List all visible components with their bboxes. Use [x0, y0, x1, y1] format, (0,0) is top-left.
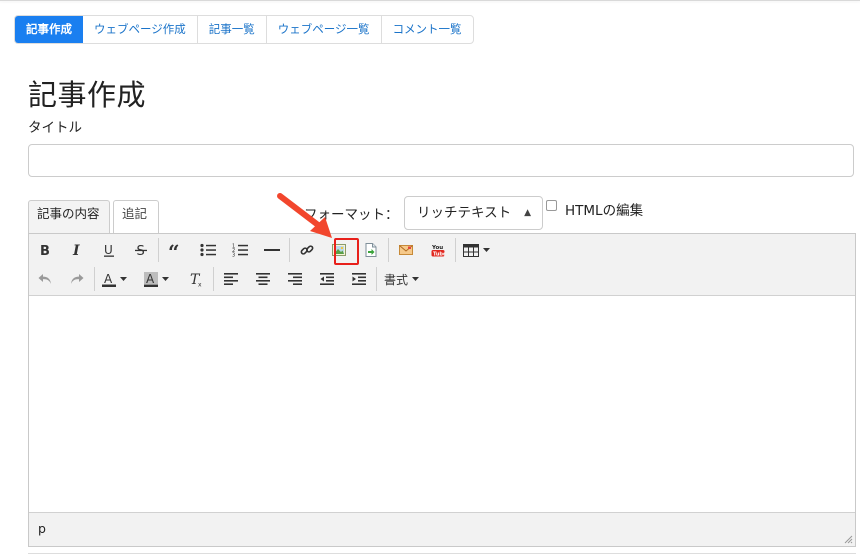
background-color-icon: A: [144, 271, 158, 287]
table-icon: [463, 243, 479, 257]
toolbar-separator: [94, 267, 95, 291]
toolbar-separator: [213, 267, 214, 291]
link-icon[interactable]: [291, 237, 323, 263]
image-icon[interactable]: [323, 237, 355, 263]
toolbar-separator: [388, 238, 389, 262]
bottom-divider: [28, 553, 856, 554]
svg-text:x: x: [198, 281, 202, 287]
svg-text:“: “: [168, 243, 180, 257]
toolbar-separator: [376, 267, 377, 291]
toolbar-separator: [455, 238, 456, 262]
nav-tab-article-list[interactable]: 記事一覧: [198, 16, 267, 43]
svg-text:B: B: [40, 244, 50, 257]
toolbar-separator: [289, 238, 290, 262]
align-center-icon[interactable]: [247, 266, 279, 292]
underline-icon[interactable]: U: [93, 237, 125, 263]
email-icon[interactable]: [390, 237, 422, 263]
nav-tab-webpage-list[interactable]: ウェブページ一覧: [267, 16, 382, 43]
blockquote-icon[interactable]: “: [160, 237, 192, 263]
format-select-value: リッチテキスト: [417, 205, 512, 221]
caret-down-icon: [412, 276, 420, 281]
format-menu-button[interactable]: 書式: [378, 266, 425, 292]
text-color-button[interactable]: A: [96, 266, 138, 292]
svg-text:A: A: [146, 272, 155, 286]
top-divider: [0, 0, 860, 1]
toolbar-row-1: B I U S “ 123 You Tube: [29, 236, 496, 264]
title-label: タイトル: [28, 120, 82, 136]
indent-icon[interactable]: [343, 266, 375, 292]
table-button[interactable]: [457, 237, 496, 263]
bullet-list-icon[interactable]: [192, 237, 224, 263]
html-edit-checkbox[interactable]: [546, 200, 557, 211]
toolbar-separator: [158, 238, 159, 262]
svg-text:I: I: [72, 243, 80, 257]
numbered-list-icon[interactable]: 123: [224, 237, 256, 263]
outdent-icon[interactable]: [311, 266, 343, 292]
italic-icon[interactable]: I: [61, 237, 93, 263]
select-updown-icon: ▲: [524, 208, 531, 218]
caret-down-icon: [483, 247, 490, 252]
horizontal-rule-icon[interactable]: [256, 237, 288, 263]
svg-text:U: U: [104, 243, 113, 257]
svg-text:A: A: [104, 272, 113, 286]
clear-formatting-icon[interactable]: Tx: [180, 266, 212, 292]
editor-toolbar: B I U S “ 123 You Tube A A T x 書式: [29, 234, 855, 296]
redo-icon[interactable]: [61, 266, 93, 292]
insert-file-icon[interactable]: [355, 237, 387, 263]
element-path[interactable]: p: [38, 521, 46, 536]
tab-article-content[interactable]: 記事の内容: [28, 200, 110, 234]
bold-icon[interactable]: B: [29, 237, 61, 263]
strikethrough-icon[interactable]: S: [125, 237, 157, 263]
caret-down-icon: [120, 276, 127, 281]
svg-text:3: 3: [232, 253, 235, 258]
align-right-icon[interactable]: [279, 266, 311, 292]
toolbar-row-2: A A Tx 書式: [29, 265, 425, 293]
main-nav: 記事作成 ウェブページ作成 記事一覧 ウェブページ一覧 コメント一覧: [14, 15, 474, 44]
caret-down-icon: [162, 276, 169, 281]
svg-text:Tube: Tube: [433, 252, 445, 258]
editor-content-area[interactable]: [29, 296, 855, 512]
format-label: フォーマット：: [304, 207, 399, 223]
rich-text-editor: B I U S “ 123 You Tube A A T x 書式 p: [28, 233, 856, 547]
text-color-icon: A: [102, 272, 116, 287]
align-left-icon[interactable]: [215, 266, 247, 292]
resize-handle-icon[interactable]: [844, 535, 853, 544]
editor-statusbar: p: [29, 512, 855, 546]
nav-tab-comment-list[interactable]: コメント一覧: [382, 16, 473, 43]
tab-addendum[interactable]: 追記: [113, 200, 159, 234]
nav-tab-create-webpage[interactable]: ウェブページ作成: [83, 16, 198, 43]
title-input[interactable]: [28, 144, 854, 177]
undo-icon[interactable]: [29, 266, 61, 292]
nav-tab-create-article[interactable]: 記事作成: [15, 16, 83, 43]
html-edit-label: HTMLの編集: [565, 203, 644, 219]
page-title: 記事作成: [28, 78, 147, 112]
youtube-icon[interactable]: You Tube: [422, 237, 454, 263]
format-select[interactable]: リッチテキスト ▲: [404, 196, 543, 230]
background-color-button[interactable]: A: [138, 266, 180, 292]
format-menu-label: 書式: [384, 272, 409, 287]
